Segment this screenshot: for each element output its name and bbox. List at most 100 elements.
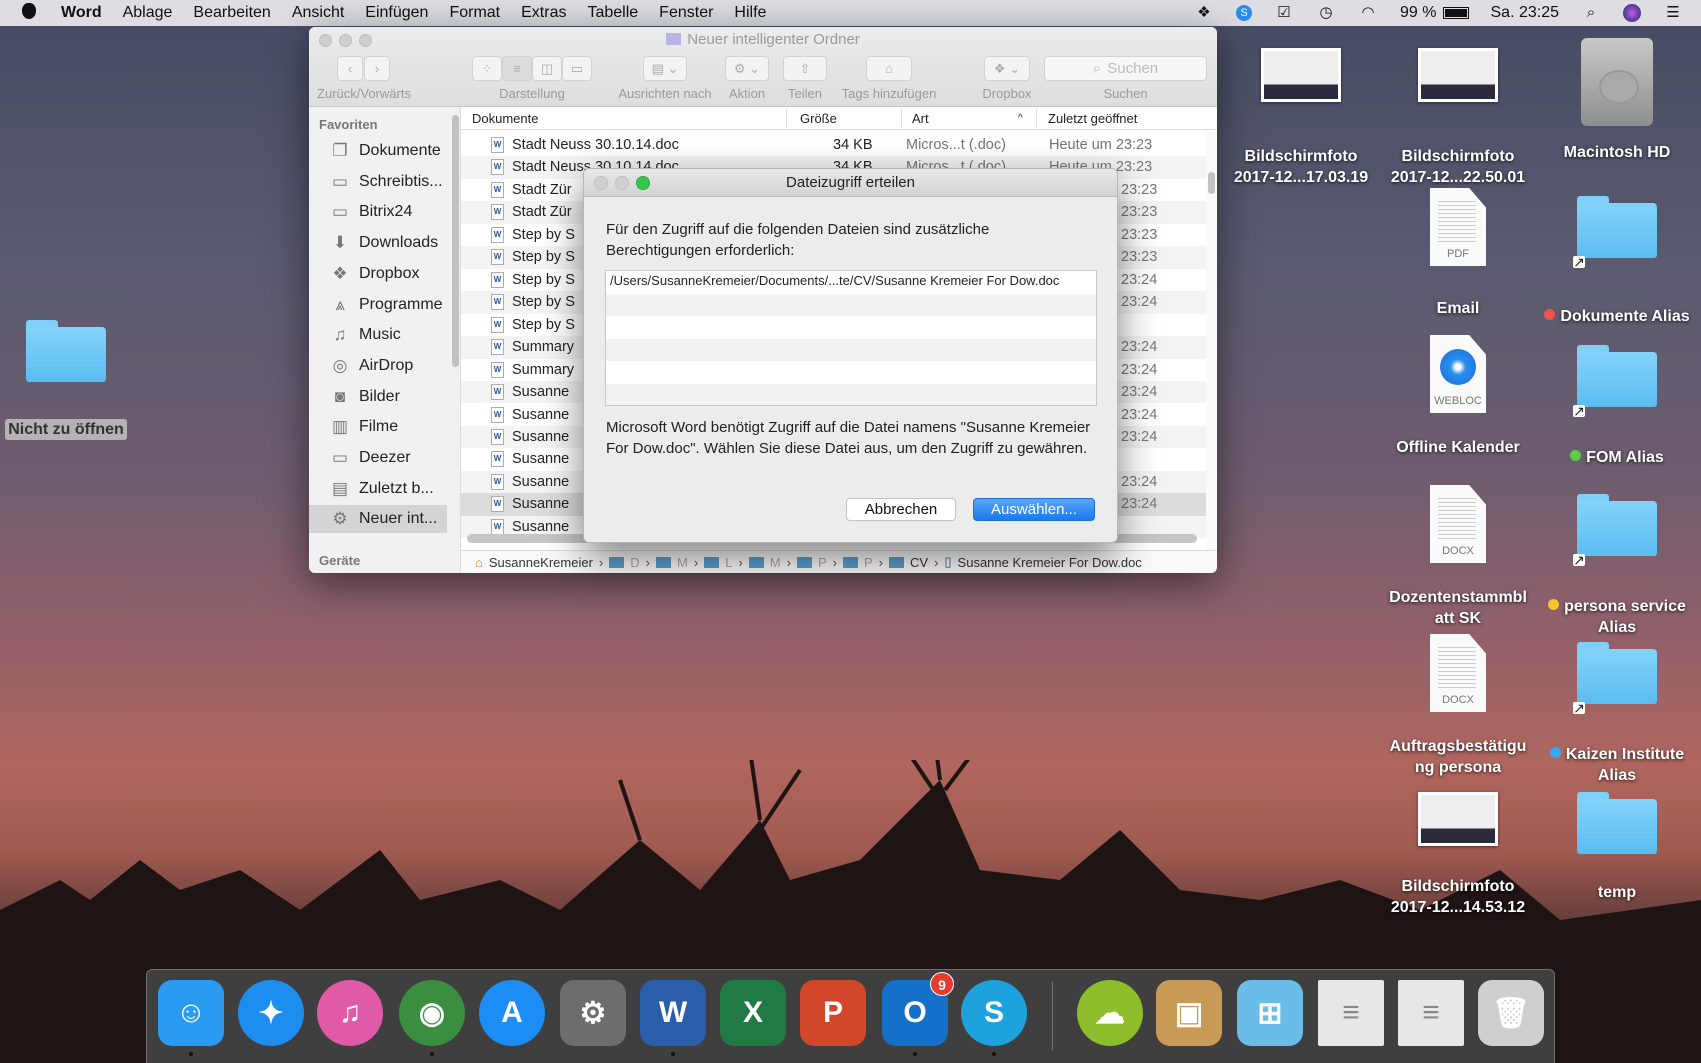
forward-button[interactable]: › [364,56,390,81]
desktop-icon-temp[interactable]: temp [1542,792,1692,903]
siri-icon[interactable] [1623,4,1641,22]
desktop-icon-macintosh-hd[interactable]: Macintosh HD [1542,38,1692,163]
dock-cloud-app-icon[interactable]: ☁ [1077,980,1143,1046]
spotlight-search-icon[interactable]: ⌕ [1581,5,1601,21]
desktop-icon-kaizen-institute-alias[interactable]: ↗ Kaizen Institute Alias [1542,642,1692,786]
notification-center-icon[interactable]: ☰ [1663,5,1683,21]
view-icons-button[interactable]: ⁘ [472,56,502,81]
dock-windows-folder-icon[interactable]: ⊞ [1237,980,1303,1046]
sidebar-item-deezer[interactable]: ▭ Deezer [309,444,447,472]
dock-excel-icon[interactable]: X [720,980,786,1046]
desktop-icon-nicht-zu--ffnen[interactable]: Nicht zu öffnen [0,320,141,440]
view-list-button[interactable]: ≡ [502,56,532,81]
search-input[interactable]: ⌕ Suchen [1044,56,1207,81]
dock-app-store-icon[interactable]: A [479,980,545,1046]
dock-trash-icon[interactable]: 🗑 [1478,980,1544,1046]
sidebar-item-bilder[interactable]: ◙ Bilder [309,383,447,411]
dock-chrome-icon[interactable]: ◉ [399,980,465,1046]
battery-icon[interactable] [1442,7,1469,19]
column-kind[interactable]: Art [912,111,929,126]
apple-menu-icon[interactable] [22,2,40,24]
dock-powerpoint-icon[interactable]: P [800,980,866,1046]
desktop-icon-bildschirmfoto-2017-12---14-53-12[interactable]: Bildschirmfoto 2017-12...14.53.12 [1383,792,1533,918]
desktop-icon-dokumente-alias[interactable]: ↗ Dokumente Alias [1542,196,1692,327]
battery-percent[interactable]: 99 % [1400,4,1436,22]
path-folder[interactable]: CV [910,555,928,570]
file-list-box[interactable]: /Users/SusanneKremeier/Documents/...te/C… [605,270,1097,406]
sidebar-item-zuletztb[interactable]: ▤ Zuletzt b... [309,475,447,503]
dock-outlook-icon[interactable]: O9 [882,972,954,1046]
select-button[interactable]: Auswählen... [973,498,1095,521]
view-coverflow-button[interactable]: ▭ [562,56,592,81]
sidebar-item-bitrix24[interactable]: ▭ Bitrix24 [309,198,447,226]
path-file[interactable]: Susanne Kremeier For Dow.doc [958,555,1142,570]
time-machine-icon[interactable]: ◷ [1316,5,1336,21]
menu-tabelle[interactable]: Tabelle [587,4,638,22]
dock-chrome-document-icon[interactable]: ≡ [1398,980,1464,1046]
desktop-icon-auftragsbest-tigu-ng-persona[interactable]: DOCX Auftragsbestätigu ng persona [1383,634,1533,778]
path-folder[interactable]: M [770,555,781,570]
sidebar-item-filme[interactable]: ▥ Filme [309,413,447,441]
dock-itunes-icon[interactable]: ♫ [317,980,383,1046]
menu-app-word[interactable]: Word [61,4,102,22]
wifi-icon[interactable]: ◠ [1358,5,1378,21]
path-folder[interactable]: P [818,555,827,570]
dock-outlook-document-icon[interactable]: ≡ [1318,980,1384,1046]
dock-system-preferences-icon[interactable]: ⚙ [560,980,626,1046]
share-button[interactable]: ⇧ [783,56,827,81]
dock-installer-icon[interactable]: ▣ [1156,980,1222,1046]
sidebar-item-music[interactable]: ♫ Music [309,321,447,349]
dock-safari-icon[interactable]: ✦ [238,980,304,1046]
column-size[interactable]: Größe [800,111,837,126]
path-folder[interactable]: L [725,555,732,570]
menu-einfügen[interactable]: Einfügen [365,4,428,22]
dropbox-button[interactable]: ❖ ⌄ [984,56,1030,81]
desktop-icon-bildschirmfoto-2017-12---22-50-01[interactable]: Bildschirmfoto 2017-12...22.50.01 [1383,48,1533,188]
menu-ablage[interactable]: Ablage [123,4,173,22]
arrange-button[interactable]: ▤ ⌄ [643,56,687,81]
menu-extras[interactable]: Extras [521,4,566,22]
shazam-icon[interactable]: S [1236,5,1253,21]
dropbox-status-icon[interactable]: ❖ [1194,5,1214,21]
menu-ansicht[interactable]: Ansicht [292,4,344,22]
path-folder[interactable]: P [864,555,873,570]
file-row[interactable]: W Stadt Neuss 30.10.14.doc 34 KB Micros...t… [461,134,1206,156]
sidebar-item-schreibtis[interactable]: ▭ Schreibtis... [309,168,447,196]
cancel-button[interactable]: Abbrechen [846,498,956,521]
tags-button[interactable]: ⌂ [866,56,912,81]
sidebar-item-neuerint[interactable]: ⚙ Neuer int... [309,505,447,534]
desktop-icon-bildschirmfoto-2017-12---17-03-19[interactable]: Bildschirmfoto 2017-12...17.03.19 [1226,48,1376,188]
path-folder[interactable]: D [630,555,639,570]
desktop-icon-persona-service-alias[interactable]: ↗ persona service Alias [1542,494,1692,638]
sort-ascending-icon: ^ [1018,113,1023,124]
desktop-icon-fom-alias[interactable]: ↗ FOM Alias [1542,345,1692,468]
menu-format[interactable]: Format [449,4,500,22]
desktop-icon-email[interactable]: PDF Email [1383,188,1533,319]
dialog-zoom-button[interactable] [636,176,650,190]
dock-finder-icon[interactable]: ☺ [158,980,224,1046]
menu-clock[interactable]: Sa. 23:25 [1491,4,1560,22]
column-last-opened[interactable]: Zuletzt geöffnet [1048,111,1137,126]
sidebar-item-downloads[interactable]: ⬇ Downloads [309,229,447,257]
sidebar-item-programme[interactable]: ⩓ Programme [309,291,447,319]
desktop-icon-offline-kalender[interactable]: WEBLOC Offline Kalender [1383,335,1533,458]
dock-skype-icon[interactable]: S [961,980,1027,1046]
column-name[interactable]: Dokumente [472,111,538,126]
menu-hilfe[interactable]: Hilfe [734,4,766,22]
sidebar-item-airdrop[interactable]: ◎ AirDrop [309,352,447,380]
sidebar-scrollbar[interactable] [452,115,459,367]
back-button[interactable]: ‹ [337,56,363,81]
sidebar-item-dropbox[interactable]: ❖ Dropbox [309,260,447,288]
file-entry [606,338,1096,361]
sidebar-item-dokumente[interactable]: ❐ Dokumente [309,137,447,165]
dock-word-icon[interactable]: W [640,980,706,1046]
menu-bearbeiten[interactable]: Bearbeiten [193,4,270,22]
path-folder[interactable]: M [677,555,688,570]
path-home[interactable]: SusanneKremeier [489,555,593,570]
checkmark-app-icon[interactable]: ☑ [1274,5,1294,21]
desktop-icon-dozentenstammbl-att-sk[interactable]: DOCX Dozentenstammbl att SK [1383,485,1533,629]
view-columns-button[interactable]: ◫ [532,56,562,81]
action-button[interactable]: ⚙ ⌄ [725,56,769,81]
list-vertical-scrollbar[interactable] [1206,132,1217,550]
menu-fenster[interactable]: Fenster [659,4,713,22]
